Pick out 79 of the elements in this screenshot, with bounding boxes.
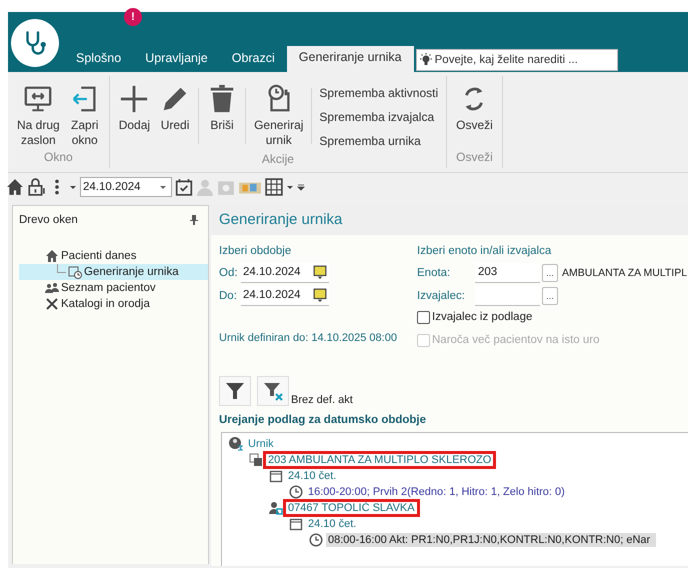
notification-badge: ! [124, 8, 142, 26]
tree-node[interactable]: 08:00-16:00 Akt: PR1:N0,PR1J:N0,KONTRL:N0,KONTR:N0; eNar [326, 533, 656, 547]
user-sum-icon [229, 437, 243, 451]
tree-item[interactable]: Generiranje urnika [19, 264, 208, 280]
person-icon [196, 178, 214, 196]
field-label: Enota: [417, 266, 452, 278]
provider-field[interactable] [475, 286, 540, 306]
checkbox-label: Naroča več pacientov na isto uro [432, 334, 600, 346]
tree-item[interactable]: Katalogi in orodja [19, 296, 208, 312]
date-field[interactable]: 24.10.2024 [241, 286, 329, 306]
lightbulb-icon [418, 53, 433, 67]
ribbon-button[interactable]: Zapri okno [64, 82, 105, 150]
padlock-icon[interactable] [27, 178, 45, 196]
tree-node[interactable]: Urnik [246, 438, 276, 450]
grid-icon[interactable] [265, 178, 283, 196]
person-icon [269, 501, 283, 515]
clear-filter-button[interactable] [257, 376, 289, 406]
panel-title: Drevo oken [19, 214, 78, 226]
clock-icon [289, 485, 303, 499]
search-field[interactable]: Povejte, kaj želite narediti ... [416, 49, 618, 71]
ribbon-button[interactable]: Osveži [451, 82, 498, 135]
field-label: Od: [219, 266, 239, 278]
ribbon-tab[interactable]: Upravljanje [133, 48, 220, 72]
browse-button[interactable]: ... [542, 286, 558, 304]
ribbon-link-button[interactable]: Sprememba aktivnosti [315, 82, 442, 104]
date-field[interactable]: 24.10.2024 [241, 262, 329, 282]
tree-node[interactable]: 16:00-20:00; Prvih 2(Redno: 1, Hitro: 1, Zelo hitro: 0) [306, 486, 567, 498]
customize-icon[interactable] [297, 182, 305, 190]
group-label: Okno [44, 150, 73, 166]
unit-name: AMBULANTA ZA MULTIPL [562, 266, 688, 278]
filter-button[interactable] [219, 376, 251, 406]
calendar-icon[interactable] [313, 288, 327, 302]
calendar-check-icon[interactable] [175, 178, 193, 196]
calendar-icon [269, 469, 283, 483]
stethoscope-logo[interactable] [11, 19, 59, 67]
field-label: Izvajalec: [417, 290, 466, 302]
ribbon-button[interactable]: Dodaj [114, 82, 156, 135]
tree-node[interactable]: 24.10 čet. [306, 518, 358, 530]
ribbon-button[interactable]: Na drug zaslon [12, 82, 65, 150]
section-label: Izberi enoto in/ali izvajalca [417, 245, 552, 257]
ribbon-button[interactable]: Uredi [155, 82, 196, 135]
tree-node[interactable]: 203 AMBULANTA ZA MULTIPLO SKLEROZO [266, 454, 494, 466]
unit-field[interactable]: 203 [475, 262, 540, 282]
info-text: Urnik definiran do: 14.10.2025 08:00 [219, 332, 398, 344]
ribbon-button[interactable]: Generiraj urnik [249, 82, 308, 150]
browse-button[interactable]: ... [542, 264, 558, 282]
ribbon-tab[interactable]: Generiranje urnika [286, 46, 414, 72]
pin-icon[interactable] [190, 215, 198, 225]
checkbox[interactable] [417, 310, 430, 324]
home-icon [45, 249, 59, 263]
field-label: Do: [219, 290, 238, 302]
tree-node[interactable]: 24.10 čet. [286, 470, 338, 482]
group-label: Akcije [262, 152, 294, 168]
calendar-icon [289, 517, 303, 531]
monitor-icon [23, 84, 54, 114]
clock-icon [309, 533, 323, 547]
ribbon-tab[interactable]: Obrazci [220, 48, 287, 72]
copy-icon [249, 453, 263, 467]
ribbon-button[interactable]: Briši [202, 82, 242, 135]
tools-icon [45, 297, 59, 311]
home-icon[interactable] [6, 178, 24, 196]
tree-node[interactable]: 07467 TOPOLIĆ SLAVKA [286, 502, 417, 514]
date-field[interactable]: 24.10.2024 [80, 176, 172, 196]
filter-label: Brez def. akt [291, 394, 353, 406]
funnel-icon [225, 381, 245, 401]
funnel-clear-icon [263, 381, 283, 401]
people-icon [45, 281, 59, 295]
tree-item[interactable]: Pacienti danes [19, 248, 208, 264]
ribbon-link-button[interactable]: Sprememba izvajalca [315, 106, 442, 128]
tree-item[interactable]: Seznam pacientov [19, 280, 208, 296]
checkbox-label: Izvajalec iz podlage [432, 311, 532, 323]
section-heading: Urejanje podlag za datumsko obdobje [219, 414, 428, 426]
calendar-icon[interactable] [313, 265, 327, 279]
plus-icon [119, 84, 150, 114]
section-label: Izberi obdobje [219, 245, 292, 257]
calendar-clock-icon [68, 265, 82, 279]
ribbon-link-button[interactable]: Sprememba urnika [315, 130, 442, 152]
group-label: Osveži [456, 150, 493, 166]
ribbon-tab[interactable]: Splošno [64, 48, 134, 72]
